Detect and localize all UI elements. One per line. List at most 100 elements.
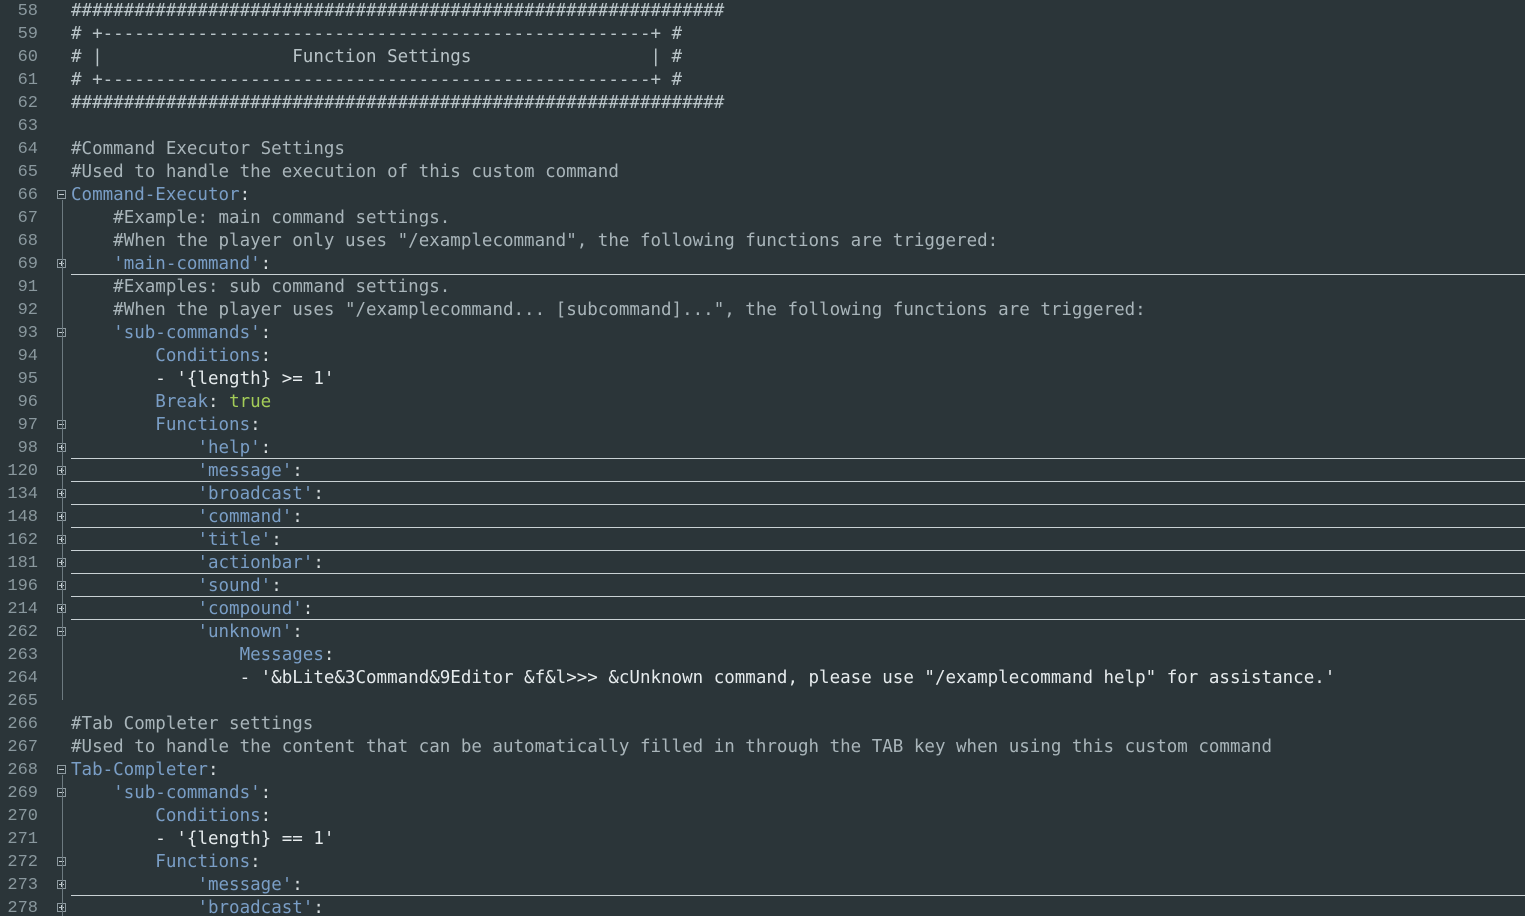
code-text: 'broadcast':: [71, 897, 324, 916]
code-line[interactable]: 278 'broadcast':: [0, 897, 1525, 916]
code-token: :: [250, 852, 261, 872]
code-line[interactable]: 262 'unknown':: [0, 621, 1525, 644]
code-line[interactable]: 63: [0, 115, 1525, 138]
line-number: 91: [17, 278, 38, 297]
code-text: Functions:: [71, 414, 261, 437]
line-number: 98: [17, 439, 38, 458]
code-text: # +-------------------------------------…: [71, 69, 682, 92]
code-text: #Used to handle the execution of this cu…: [71, 161, 619, 184]
code-text: #Command Executor Settings: [71, 138, 345, 161]
code-token: #Examples: sub command settings.: [113, 277, 451, 297]
code-line[interactable]: 120 'message':: [0, 460, 1525, 483]
code-line[interactable]: 272 Functions:: [0, 851, 1525, 874]
line-number: 66: [17, 186, 38, 205]
code-line[interactable]: 263 Messages:: [0, 644, 1525, 667]
code-token: :: [260, 806, 272, 826]
code-token: 'sub-commands': [113, 323, 261, 343]
line-number: 196: [7, 577, 38, 596]
code-line[interactable]: 269 'sub-commands':: [0, 782, 1525, 805]
code-token: :: [313, 898, 324, 916]
line-number: 162: [7, 531, 38, 550]
code-line[interactable]: 93 'sub-commands':: [0, 322, 1525, 345]
line-number: 264: [7, 669, 38, 688]
code-line[interactable]: 134 'broadcast':: [0, 483, 1525, 506]
code-line[interactable]: 69 'main-command':: [0, 253, 1525, 276]
code-line[interactable]: 270 Conditions:: [0, 805, 1525, 828]
code-token: :: [292, 622, 303, 642]
code-line[interactable]: 181 'actionbar':: [0, 552, 1525, 575]
code-line[interactable]: 94 Conditions:: [0, 345, 1525, 368]
code-line[interactable]: 265: [0, 690, 1525, 713]
code-line[interactable]: 60 # | Function Settings | #: [0, 46, 1525, 69]
collapsed-fold-marker: [71, 527, 1525, 528]
code-line[interactable]: 95 - '{length} >= 1': [0, 368, 1525, 391]
line-number: 262: [7, 623, 38, 642]
collapsed-fold-marker: [71, 481, 1525, 482]
code-token: Functions: [155, 852, 251, 872]
code-text: 'compound':: [71, 598, 313, 621]
code-token: :: [239, 185, 251, 205]
code-line[interactable]: 92 #When the player uses "/examplecomman…: [0, 299, 1525, 322]
code-token: ########################################…: [71, 93, 725, 113]
line-number: 263: [7, 646, 38, 665]
code-token: 'sound': [197, 576, 272, 596]
code-text: #Used to handle the content that can be …: [71, 736, 1272, 759]
code-token: #Used to handle the execution of this cu…: [71, 162, 619, 182]
code-line[interactable]: 273 'message':: [0, 874, 1525, 897]
code-text: 'sound':: [71, 575, 281, 598]
line-number: 65: [17, 163, 38, 182]
code-line[interactable]: 266 #Tab Completer settings: [0, 713, 1525, 736]
code-line[interactable]: 68 #When the player only uses "/examplec…: [0, 230, 1525, 253]
code-line[interactable]: 214 'compound':: [0, 598, 1525, 621]
code-text: 'sub-commands':: [71, 782, 271, 805]
line-number: 95: [17, 370, 38, 389]
code-line[interactable]: 61 # +-----------------------------------…: [0, 69, 1525, 92]
code-token: 'command': [197, 507, 293, 527]
code-text: Functions:: [71, 851, 261, 874]
code-line[interactable]: 59 # +-----------------------------------…: [0, 23, 1525, 46]
code-line[interactable]: 271 - '{length} == 1': [0, 828, 1525, 851]
code-token: 'sub-commands': [113, 783, 261, 803]
code-line[interactable]: 62 ######################################…: [0, 92, 1525, 115]
code-line[interactable]: 268 Tab-Completer:: [0, 759, 1525, 782]
code-token: :: [292, 461, 303, 481]
code-line[interactable]: 98 'help':: [0, 437, 1525, 460]
code-text: - '&bLite&3Command&9Editor &f&l>>> &cUnk…: [71, 667, 1336, 690]
code-token: :: [250, 415, 261, 435]
code-text: 'unknown':: [71, 621, 303, 644]
line-number: 60: [17, 48, 38, 67]
code-text: 'title':: [71, 529, 281, 552]
code-text: 'command':: [71, 506, 303, 529]
code-line[interactable]: 148 'command':: [0, 506, 1525, 529]
code-token: true: [229, 392, 272, 412]
code-token: :: [207, 392, 230, 412]
line-number: 58: [17, 2, 38, 21]
line-number: 120: [7, 462, 38, 481]
fold-collapse-icon[interactable]: [57, 190, 66, 199]
code-text: #When the player uses "/examplecommand..…: [71, 299, 1146, 322]
line-number: 97: [17, 416, 38, 435]
code-line[interactable]: 64 #Command Executor Settings: [0, 138, 1525, 161]
code-token: :: [323, 645, 335, 665]
code-line[interactable]: 96 Break: true: [0, 391, 1525, 414]
code-token: Functions: [155, 415, 251, 435]
code-line[interactable]: 58 ######################################…: [0, 0, 1525, 23]
code-token: :: [260, 783, 272, 803]
code-line[interactable]: 91 #Examples: sub command settings.: [0, 276, 1525, 299]
code-editor[interactable]: 58 ######################################…: [0, 0, 1525, 916]
code-token: Messages: [239, 645, 324, 665]
code-line[interactable]: 65 #Used to handle the execution of this …: [0, 161, 1525, 184]
code-line[interactable]: 264 - '&bLite&3Command&9Editor &f&l>>> &…: [0, 667, 1525, 690]
line-number: 214: [7, 600, 38, 619]
code-token: :: [292, 507, 303, 527]
code-line[interactable]: 267 #Used to handle the content that can …: [0, 736, 1525, 759]
code-line[interactable]: 196 'sound':: [0, 575, 1525, 598]
code-line[interactable]: 66 Command-Executor:: [0, 184, 1525, 207]
code-line[interactable]: 162 'title':: [0, 529, 1525, 552]
code-line[interactable]: 67 #Example: main command settings.: [0, 207, 1525, 230]
code-line[interactable]: 97 Functions:: [0, 414, 1525, 437]
fold-collapse-icon[interactable]: [57, 765, 66, 774]
line-number: 134: [7, 485, 38, 504]
collapsed-fold-marker: [71, 504, 1525, 505]
code-token: # +-------------------------------------…: [71, 70, 683, 90]
